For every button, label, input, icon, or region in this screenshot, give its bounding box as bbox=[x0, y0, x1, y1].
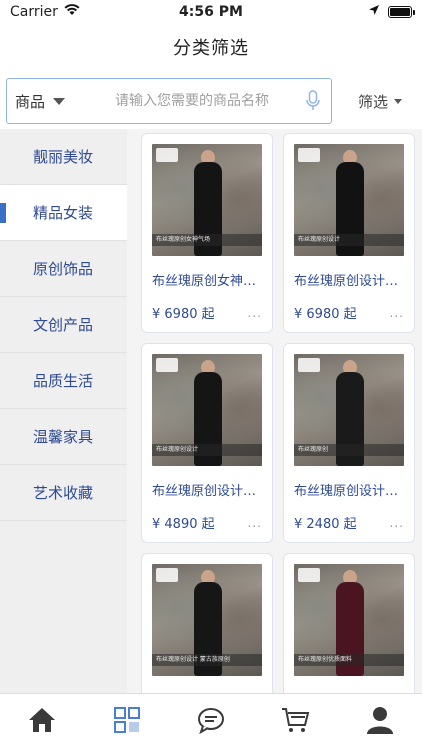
location-arrow-icon bbox=[368, 4, 380, 20]
brand-logo bbox=[156, 568, 178, 582]
sidebar-item-label: 精品女装 bbox=[33, 204, 94, 222]
sidebar-item[interactable]: 精品女装 bbox=[0, 185, 127, 241]
status-bar: Carrier 4:56 PM bbox=[0, 0, 422, 24]
sidebar-item[interactable]: 艺术收藏 bbox=[0, 465, 127, 521]
brand-logo bbox=[298, 148, 320, 162]
product-footer: ¥ 6980 起... bbox=[294, 303, 404, 323]
sidebar-item-label: 原创饰品 bbox=[33, 260, 94, 278]
tab-chat[interactable] bbox=[181, 697, 241, 747]
more-options-button[interactable]: ... bbox=[390, 306, 404, 320]
home-icon bbox=[27, 706, 57, 738]
product-image-caption: 布丝瑰原创优质面料 bbox=[294, 654, 404, 666]
carrier-label: Carrier bbox=[10, 4, 58, 20]
page-title: 分类筛选 bbox=[173, 38, 249, 59]
brand-logo bbox=[298, 568, 320, 582]
product-price: ¥ 6980 起 bbox=[294, 307, 357, 322]
more-options-button[interactable]: ... bbox=[248, 516, 262, 530]
product-price: ¥ 4890 起 bbox=[152, 517, 215, 532]
category-icon bbox=[113, 706, 141, 738]
product-card[interactable]: 布丝瑰原创布丝瑰原创设计… ¥ 2480 起... bbox=[283, 343, 415, 543]
product-image: 布丝瑰原创设计 bbox=[294, 144, 404, 256]
sidebar-item-label: 文创产品 bbox=[33, 316, 94, 334]
sidebar-item-label: 品质生活 bbox=[33, 372, 94, 390]
chat-icon bbox=[196, 706, 226, 738]
sidebar-item[interactable]: 原创饰品 bbox=[0, 241, 127, 297]
search-input[interactable] bbox=[115, 93, 301, 109]
status-time: 4:56 PM bbox=[179, 4, 243, 20]
dropdown-triangle-icon bbox=[53, 97, 66, 105]
nav-bar: 分类筛选 bbox=[0, 24, 422, 70]
product-image: 布丝瑰原创 bbox=[294, 354, 404, 466]
filter-dropdown-icon bbox=[394, 98, 403, 104]
product-image: 布丝瑰原创设计 蒙古族原创 bbox=[152, 564, 262, 676]
sidebar-item[interactable]: 温馨家具 bbox=[0, 409, 127, 465]
filter-button[interactable]: 筛选 bbox=[358, 91, 403, 112]
product-card[interactable]: 布丝瑰原创设计 蒙古族原创布丝瑰原创设计… bbox=[141, 553, 273, 693]
product-title: 布丝瑰原创设计… bbox=[294, 484, 399, 499]
product-image: 布丝瑰原创女神气场 bbox=[152, 144, 262, 256]
category-select-label: 商品 bbox=[15, 92, 46, 111]
microphone-icon[interactable] bbox=[301, 90, 325, 112]
product-image-caption: 布丝瑰原创设计 bbox=[294, 234, 404, 246]
brand-logo bbox=[156, 358, 178, 372]
profile-icon bbox=[366, 705, 394, 739]
status-right bbox=[272, 4, 415, 20]
tab-cart[interactable] bbox=[265, 697, 325, 747]
product-area[interactable]: 布丝瑰原创女神气场 布丝瑰原创女神… ¥ 6980 起... 布丝瑰原创设计 布丝瑰原创… bbox=[127, 129, 422, 693]
status-left: Carrier bbox=[10, 4, 150, 20]
product-price: ¥ 6980 起 bbox=[152, 307, 215, 322]
content: 靓丽美妆 精品女装 原创饰品 文创产品 品质生活 温馨家具 艺术收藏 布丝瑰原创女神气场 布丝… bbox=[0, 129, 422, 693]
more-options-button[interactable]: ... bbox=[248, 306, 262, 320]
category-select[interactable]: 商品 bbox=[15, 91, 115, 112]
brand-logo bbox=[298, 358, 320, 372]
sidebar-item[interactable]: 靓丽美妆 bbox=[0, 129, 127, 185]
product-title: 布丝瑰原创女神… bbox=[152, 274, 257, 289]
tab-home[interactable] bbox=[12, 697, 72, 747]
product-image-caption: 布丝瑰原创设计 蒙古族原创 bbox=[152, 654, 262, 666]
product-card[interactable]: 布丝瑰原创女神气场 布丝瑰原创女神… ¥ 6980 起... bbox=[141, 133, 273, 333]
product-image: 布丝瑰原创优质面料 bbox=[294, 564, 404, 676]
product-image: 布丝瑰原创设计 bbox=[152, 354, 262, 466]
product-grid: 布丝瑰原创女神气场 布丝瑰原创女神… ¥ 6980 起... 布丝瑰原创设计 布丝瑰原创… bbox=[141, 133, 416, 693]
sidebar-item[interactable]: 品质生活 bbox=[0, 353, 127, 409]
wifi-icon bbox=[64, 4, 80, 20]
category-sidebar: 靓丽美妆精品女装原创饰品文创产品品质生活温馨家具艺术收藏 bbox=[0, 129, 127, 693]
product-title: 布丝瑰原创设计… bbox=[294, 274, 399, 289]
sidebar-item[interactable]: 文创产品 bbox=[0, 297, 127, 353]
product-image-caption: 布丝瑰原创 bbox=[294, 444, 404, 456]
tab-bar bbox=[0, 693, 422, 750]
sidebar-item-label: 靓丽美妆 bbox=[33, 148, 94, 166]
product-footer: ¥ 4890 起... bbox=[152, 513, 262, 533]
tab-profile[interactable] bbox=[350, 697, 410, 747]
search-box: 商品 bbox=[6, 78, 332, 124]
product-price: ¥ 2480 起 bbox=[294, 517, 357, 532]
tab-category[interactable] bbox=[97, 697, 157, 747]
filter-label: 筛选 bbox=[358, 92, 389, 111]
product-footer: ¥ 6980 起... bbox=[152, 303, 262, 323]
product-card[interactable]: 布丝瑰原创设计 布丝瑰原创设计… ¥ 4890 起... bbox=[141, 343, 273, 543]
sidebar-item-label: 温馨家具 bbox=[33, 428, 94, 446]
product-card[interactable]: 布丝瑰原创优质面料布丝瑰原创优质… bbox=[283, 553, 415, 693]
search-row: 商品 筛选 bbox=[0, 74, 422, 128]
more-options-button[interactable]: ... bbox=[390, 516, 404, 530]
sidebar-item-label: 艺术收藏 bbox=[33, 484, 94, 502]
battery-icon bbox=[388, 6, 415, 18]
product-footer: ¥ 2480 起... bbox=[294, 513, 404, 533]
brand-logo bbox=[156, 148, 178, 162]
product-title: 布丝瑰原创设计… bbox=[152, 484, 257, 499]
product-image-caption: 布丝瑰原创设计 bbox=[152, 444, 262, 456]
cart-icon bbox=[280, 706, 310, 738]
product-image-caption: 布丝瑰原创女神气场 bbox=[152, 234, 262, 246]
product-card[interactable]: 布丝瑰原创设计 布丝瑰原创设计… ¥ 6980 起... bbox=[283, 133, 415, 333]
